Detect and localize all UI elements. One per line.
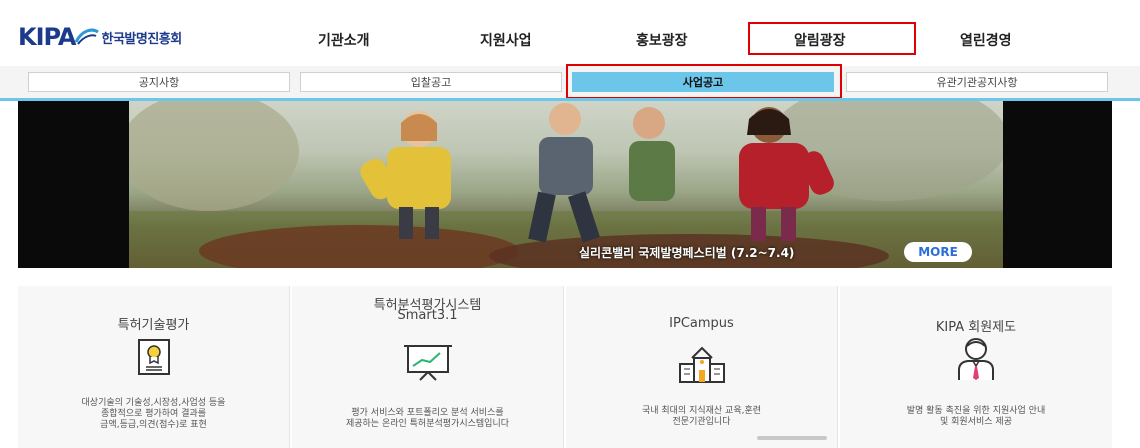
card-desc-line: 종합적으로 평가하여 결과를 [100,409,207,419]
card-kipa-membership[interactable]: KIPA 회원제도 발명 활동 촉진을 위한 지원사업 안내 및 회원서비스 제… [840,286,1112,448]
site-header: KIPA 한국발명진흥회 기관소개 지원사업 홍보광장 알림광장 열린경영 [0,0,1140,66]
card-desc-line: 국내 최대의 지식재산 교육,훈련 [641,406,762,416]
card-desc-line: 및 회원서비스 제공 [940,417,1012,427]
feature-cards: 특허기술평가 대상기술의 기술성,시장성,사업성 등을 종합적으로 평가하여 결… [18,286,1112,448]
scroll-indicator[interactable] [757,436,827,440]
card-patent-tech-evaluation[interactable]: 특허기술평가 대상기술의 기술성,시장성,사업성 등을 종합적으로 평가하여 결… [18,286,290,448]
tab-related-agency-notices[interactable]: 유관기관공지사항 [846,72,1108,92]
tab-notices[interactable]: 공지사항 [28,72,290,92]
card-subtitle: Smart3.1 [397,308,458,323]
card-title: KIPA 회원제도 [935,320,1017,335]
member-person-icon [958,338,994,380]
hero-photo [129,101,1003,268]
card-ipcampus[interactable]: IPCampus 국내 최대의 지식재산 교육,훈련 전문기관입니다 [566,286,838,448]
card-desc-line: 평가 서비스와 포트폴리오 분석 서비스를 [351,408,504,418]
nav-promotion[interactable]: 홍보광장 [636,30,688,50]
nav-management[interactable]: 열린경영 [960,30,1012,50]
card-desc-line: 제공하는 온라인 특허분석평가시스템입니다 [345,419,510,429]
hero-banner: 실리콘밸리 국제발명페스티벌 (7.2~7.4) MORE [18,101,1112,268]
card-patent-analysis-system[interactable]: 특허분석평가시스템 Smart3.1 평가 서비스와 포트폴리오 분석 서비스를… [292,286,564,448]
nav-support[interactable]: 지원사업 [480,30,532,50]
card-desc-line: 전문기관입니다 [672,417,731,427]
tab-highlight-box [566,64,842,99]
nav-highlight-box [748,22,916,55]
presentation-chart-icon [403,345,452,381]
certificate-icon [137,339,170,375]
card-desc-line: 금액,등급,의견(점수)로 표현 [100,420,207,430]
more-button[interactable]: MORE [904,242,972,262]
children-playing-illustration [129,101,1003,268]
main-nav: 기관소개 지원사업 홍보광장 알림광장 열린경영 [0,0,1140,66]
tab-bids[interactable]: 입찰공고 [300,72,562,92]
hero-caption: 실리콘밸리 국제발명페스티벌 (7.2~7.4) [579,246,795,260]
card-desc-line: 대상기술의 기술성,시장성,사업성 등을 [81,398,226,408]
campus-building-icon [678,346,725,383]
card-desc-line: 발명 활동 촉진을 위한 지원사업 안내 [906,406,1046,416]
card-title: IPCampus [669,316,734,331]
nav-about[interactable]: 기관소개 [318,30,370,50]
card-title: 특허기술평가 [117,318,190,333]
